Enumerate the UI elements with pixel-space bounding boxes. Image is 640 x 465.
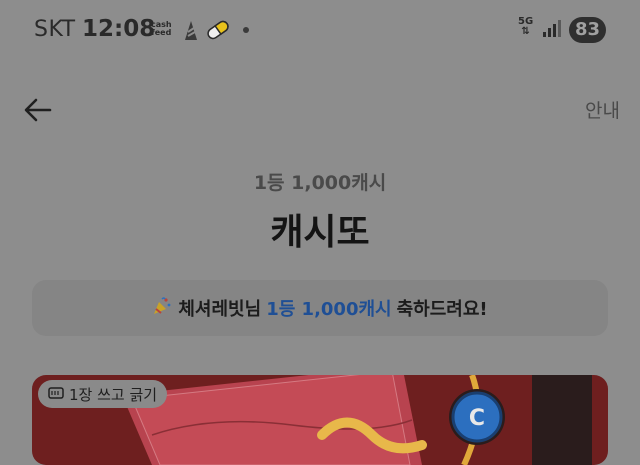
page-title: 캐시또 [270, 212, 370, 253]
cashfeed-icon: cash feed [151, 21, 172, 37]
pill-icon [205, 20, 231, 44]
coin-letter: C [469, 406, 485, 431]
status-bar: SKT 12:08 cash feed 5G ⇅ 83 [0, 0, 640, 58]
arrow-left-icon [24, 98, 52, 122]
info-link[interactable]: 안내 [585, 96, 620, 123]
banner-prize-highlight: 1등 1,000캐시 [266, 299, 392, 320]
clock: 12:08 [82, 16, 156, 42]
banner-congrats-text: 축하드려요! [396, 299, 488, 320]
battery-indicator: 83 [569, 17, 606, 43]
more-notifications-dot-icon [243, 27, 249, 33]
ticket-icon [48, 385, 64, 403]
notification-app-icon [181, 18, 201, 46]
cashto-ticket-card[interactable]: 1장 쓰고 긁기 C [32, 375, 608, 465]
prize-subtitle: 1등 1,000캐시 [253, 172, 387, 194]
ticket-illustration [92, 375, 592, 465]
party-popper-icon [152, 296, 172, 321]
scratch-chip-label: 1장 쓰고 긁기 [69, 385, 158, 404]
scratch-ticket-chip[interactable]: 1장 쓰고 긁기 [38, 380, 168, 408]
back-button[interactable] [22, 94, 54, 126]
banner-username: 체셔레빗님 [178, 299, 262, 320]
data-transfer-arrows: ⇅ [521, 26, 530, 37]
5g-network-icon: 5G ⇅ [518, 17, 533, 37]
cash-coin-icon: C [449, 389, 505, 445]
signal-strength-icon [542, 20, 562, 42]
carrier-label: SKT [34, 17, 76, 42]
cashfeed-icon-text: feed [151, 28, 172, 37]
congrats-banner: 체셔레빗님 1등 1,000캐시 축하드려요! [32, 280, 608, 336]
